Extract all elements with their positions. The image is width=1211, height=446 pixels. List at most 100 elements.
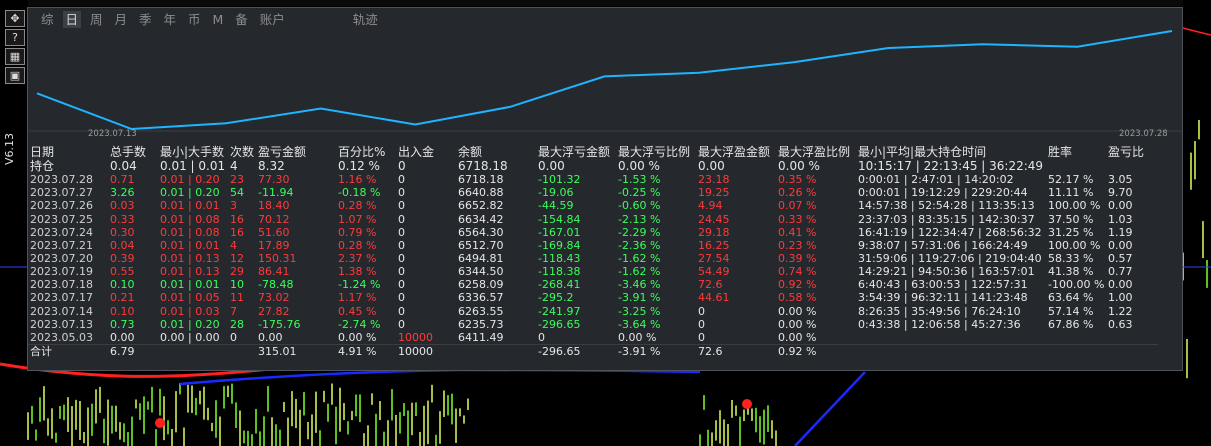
cell-bal: 6634.42 xyxy=(458,212,504,226)
cell-mflp: -1.62 % xyxy=(618,265,661,279)
cell-bal: 6411.49 xyxy=(458,330,504,344)
balance-line-chart xyxy=(29,30,1182,132)
tab-summary[interactable]: 综 xyxy=(38,11,57,28)
tab-track[interactable]: 轨迹 xyxy=(350,11,381,28)
tab-year[interactable]: 年 xyxy=(161,11,180,28)
cell-pnl: 150.31 xyxy=(258,252,297,266)
tab-quarter[interactable]: 季 xyxy=(136,11,155,28)
tab-month[interactable]: 月 xyxy=(112,11,131,28)
cell-mfl: -268.41 xyxy=(538,278,581,292)
table-row[interactable]: 2023.07.20 0.39 0.01 | 0.13 12 150.31 2.37 % 0… xyxy=(28,252,1158,265)
cell-pct: 1.38 % xyxy=(338,265,377,279)
cell-ratio: 0.57 xyxy=(1108,252,1133,266)
move-icon[interactable]: ✥ xyxy=(5,10,25,27)
tab-note[interactable]: 备 xyxy=(232,11,251,28)
cell-mfp: 24.45 xyxy=(698,212,730,226)
cell-io: 0 xyxy=(398,252,405,266)
period-tabs: 综 日 周 月 季 年 币 M 备 账户 轨迹 xyxy=(38,11,383,29)
table-row[interactable]: 2023.07.24 0.30 0.01 | 0.08 16 51.60 0.79 % 0 6… xyxy=(28,226,1158,239)
cell-mfpp: 0.00 % xyxy=(778,330,817,344)
cell-bal: 6336.57 xyxy=(458,291,504,305)
cell-date: 2023.07.25 xyxy=(30,212,93,226)
tab-account[interactable]: 账户 xyxy=(257,11,288,28)
col-max-float-loss-pct[interactable]: 最大浮亏比例 xyxy=(618,145,698,160)
cell-lots: 0.04 xyxy=(110,238,135,252)
table-row[interactable]: 2023.07.13 0.73 0.01 | 0.20 28 -175.76 -2.74 … xyxy=(28,318,1158,331)
cell-lots: 0.30 xyxy=(110,225,135,239)
cell-mflp: -2.29 % xyxy=(618,225,661,239)
cell-time: 0:43:38 | 12:06:58 | 45:27:36 xyxy=(858,317,1021,331)
cell-mflp: -2.13 % xyxy=(618,212,661,226)
col-pl-ratio[interactable]: 盈亏比 xyxy=(1108,145,1158,160)
tab-magic[interactable]: M xyxy=(210,11,227,28)
cell-mfp: 16.25 xyxy=(698,238,730,252)
cell-date: 2023.07.26 xyxy=(30,199,93,213)
col-max-float-profit-pct[interactable]: 最大浮盈比例 xyxy=(778,145,858,160)
cell-mflp: -0.25 % xyxy=(618,186,661,200)
col-percent[interactable]: 百分比% xyxy=(338,145,398,160)
cell-pnl: 17.89 xyxy=(258,238,290,252)
grid-icon[interactable]: ▦ xyxy=(5,48,25,65)
cell-date: 2023.07.27 xyxy=(30,186,93,200)
table-row[interactable]: 2023.07.26 0.03 0.01 | 0.01 3 18.40 0.28 % 0 66… xyxy=(28,199,1158,212)
cell-ratio: 0.63 xyxy=(1108,317,1133,331)
col-deposit[interactable]: 出入金 xyxy=(398,145,458,160)
tab-day[interactable]: 日 xyxy=(62,11,82,28)
col-balance[interactable]: 余额 xyxy=(458,145,538,160)
col-count[interactable]: 次数 xyxy=(230,145,258,160)
help-icon[interactable]: ? xyxy=(5,29,25,46)
table-row[interactable]: 2023.07.14 0.10 0.01 | 0.03 7 27.82 0.45 % 0 62… xyxy=(28,305,1158,318)
cell-bal: 6263.55 xyxy=(458,304,504,318)
col-total-lots[interactable]: 总手数 xyxy=(110,145,160,160)
table-row[interactable]: 2023.07.18 0.10 0.01 | 0.01 10 -78.48 -1.24 %… xyxy=(28,278,1158,291)
cell-io: 0 xyxy=(398,173,405,187)
cell-io: 0 xyxy=(398,291,405,305)
table-row[interactable]: 2023.07.17 0.21 0.01 | 0.05 11 73.02 1.17 % 0 6… xyxy=(28,291,1158,304)
col-pnl[interactable]: 盈亏金额 xyxy=(258,145,338,160)
red-signal-dot xyxy=(742,399,752,409)
top-title-bar xyxy=(28,0,1183,6)
cell-mfp: 19.25 xyxy=(698,186,730,200)
cell-mfl: -169.84 xyxy=(538,238,581,252)
holding-row[interactable]: 持仓 0.04 0.01 | 0.01 4 8.32 0.12 % 0 6718… xyxy=(28,159,1158,174)
cell-date: 2023.07.13 xyxy=(30,317,93,331)
cell-date: 2023.07.28 xyxy=(30,173,93,187)
cell-ratio: 1.00 xyxy=(1108,291,1133,305)
cell-minmax: 0.01 | 0.08 xyxy=(160,212,220,226)
window-icon[interactable]: ▣ xyxy=(5,67,25,84)
col-hold-time[interactable]: 最小|平均|最大持仓时间 xyxy=(858,145,1048,160)
col-win-rate[interactable]: 胜率 xyxy=(1048,145,1108,160)
cell-lots: 0.03 xyxy=(110,199,135,213)
table-row[interactable]: 2023.07.25 0.33 0.01 | 0.08 16 70.12 1.07 % 0 6… xyxy=(28,213,1158,226)
cell-mfp: 54.49 xyxy=(698,265,730,279)
cell-ratio: 1.19 xyxy=(1108,225,1133,239)
cell-ratio: 0.00 xyxy=(1108,199,1133,213)
tab-currency[interactable]: 币 xyxy=(185,11,204,28)
col-date[interactable]: 日期 xyxy=(28,145,110,160)
col-min-max-lots[interactable]: 最小|大手数 xyxy=(160,145,230,160)
table-row[interactable]: 2023.07.28 0.71 0.01 | 0.20 23 77.30 1.16 % 0 6… xyxy=(28,173,1158,186)
cell-pct: 1.07 % xyxy=(338,212,377,226)
cell-mfpp: 0.39 % xyxy=(778,252,817,266)
cell-time: 14:29:21 | 94:50:36 | 163:57:01 xyxy=(858,265,1035,279)
col-max-float-profit[interactable]: 最大浮盈金额 xyxy=(698,145,778,160)
cell-lots: 0.10 xyxy=(110,278,135,292)
cell-mfl: -101.32 xyxy=(538,173,581,187)
table-row[interactable]: 2023.07.19 0.55 0.01 | 0.13 29 86.41 1.38 % 0 6… xyxy=(28,265,1158,278)
cell-mflp: -2.36 % xyxy=(618,238,661,252)
cell-minmax: 0.01 | 0.01 xyxy=(160,238,220,252)
cell-count: 23 xyxy=(230,173,244,187)
table-row[interactable]: 2023.07.21 0.04 0.01 | 0.01 4 17.89 0.28 % 0 65… xyxy=(28,239,1158,252)
cell-win: 100.00 % xyxy=(1048,199,1101,213)
col-max-float-loss[interactable]: 最大浮亏金额 xyxy=(538,145,618,160)
cell-io: 0 xyxy=(398,186,405,200)
cell-count: 11 xyxy=(230,291,244,305)
tab-week[interactable]: 周 xyxy=(87,11,106,28)
cell-minmax: 0.00 | 0.00 xyxy=(160,330,220,344)
total-pct: 4.91 % xyxy=(338,343,398,359)
cell-mfpp: 0.74 % xyxy=(778,265,817,279)
table-row[interactable]: 2023.07.27 3.26 0.01 | 0.20 54 -11.94 -0.18 %… xyxy=(28,186,1158,199)
cell-mfl: -167.01 xyxy=(538,225,581,239)
table-row[interactable]: 2023.05.03 0.00 0.00 | 0.00 0 0.00 0.00 % 1000… xyxy=(28,331,1158,345)
holding-mfl: 0.00 xyxy=(538,159,565,174)
